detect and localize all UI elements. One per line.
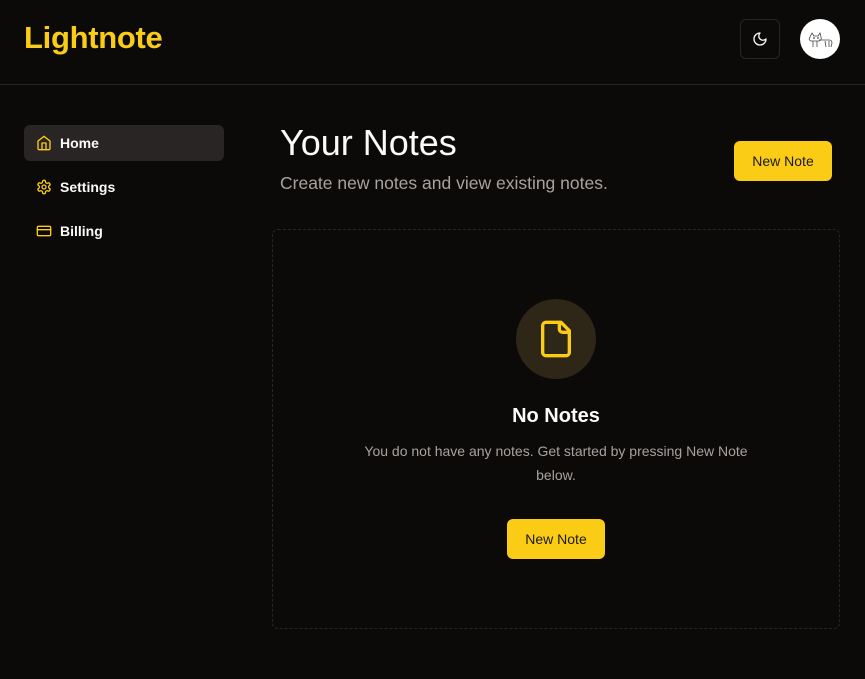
sidebar-item-label: Billing <box>60 223 103 239</box>
home-icon <box>36 135 52 151</box>
cat-sketch-avatar <box>808 32 833 48</box>
sidebar-item-label: Home <box>60 135 99 151</box>
sidebar-item-settings[interactable]: Settings <box>24 169 224 205</box>
top-header: Lightnote <box>0 0 865 85</box>
file-icon <box>541 320 571 358</box>
new-note-button[interactable]: New Note <box>734 141 832 181</box>
page-title: Your Notes <box>280 122 457 163</box>
moon-icon <box>753 32 767 46</box>
empty-state-title: No Notes <box>512 405 600 427</box>
page-subtitle: Create new notes and view existing notes… <box>280 173 608 193</box>
empty-state-new-note-button[interactable]: New Note <box>507 519 605 559</box>
sidebar-item-home[interactable]: Home <box>24 125 224 161</box>
sidebar-item-billing[interactable]: Billing <box>24 213 224 249</box>
sidebar-item-label: Settings <box>60 179 116 195</box>
sidebar: Home Settings Billing <box>24 125 224 257</box>
gear-icon <box>36 179 52 195</box>
empty-state-description: You do not have any notes. Get started b… <box>364 443 748 483</box>
app-logo[interactable]: Lightnote <box>24 20 163 56</box>
empty-state-panel: No Notes You do not have any notes. Get … <box>272 229 840 629</box>
empty-state-icon-wrapper <box>516 299 596 379</box>
credit-card-icon <box>36 223 52 239</box>
theme-toggle-button[interactable] <box>740 19 780 59</box>
user-avatar[interactable] <box>800 19 840 59</box>
